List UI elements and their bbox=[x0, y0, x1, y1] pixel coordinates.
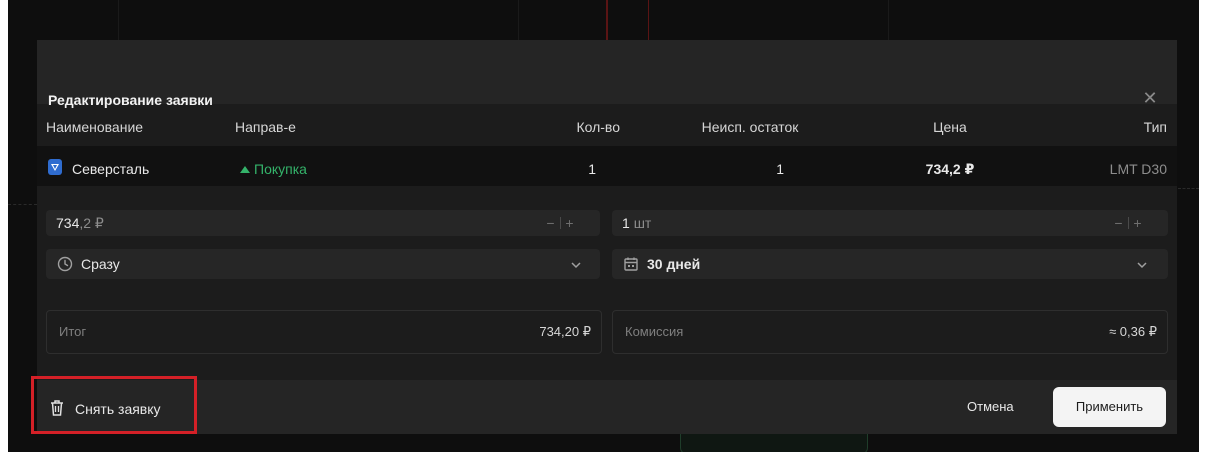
chart-candle bbox=[606, 0, 608, 40]
chart-dashed-line bbox=[1178, 188, 1199, 190]
chart-gridline bbox=[118, 0, 119, 40]
dialog-title: Редактирование заявки bbox=[48, 92, 213, 108]
apply-button[interactable]: Применить bbox=[1053, 387, 1166, 427]
dialog-footer: Снять заявку Отмена Применить bbox=[37, 380, 1177, 434]
column-header-name: Наименование bbox=[46, 119, 144, 135]
chart-candle bbox=[648, 0, 649, 40]
clock-icon bbox=[57, 256, 73, 272]
commission-label: Комиссия bbox=[625, 324, 684, 339]
commission-box: Комиссия ≈ 0,36 ₽ bbox=[612, 310, 1168, 354]
column-header-remaining: Неисп. остаток bbox=[701, 119, 799, 135]
chart-gridline bbox=[888, 0, 889, 40]
execution-select-value: Сразу bbox=[81, 256, 120, 272]
price-stepper: − + bbox=[540, 214, 580, 232]
instrument-name[interactable]: Северсталь bbox=[72, 160, 149, 178]
chevron-down-icon bbox=[570, 258, 582, 270]
price-decrement-button[interactable]: − bbox=[542, 214, 560, 232]
price-cell: 734,2 ₽ bbox=[925, 161, 975, 177]
direction-label: Покупка bbox=[254, 161, 307, 177]
column-header-price: Цена bbox=[933, 119, 967, 135]
ticker-logo-icon bbox=[48, 159, 62, 175]
up-arrow-icon bbox=[240, 166, 250, 173]
highlight-box bbox=[31, 376, 197, 434]
price-input[interactable]: 734,2 ₽ − + bbox=[46, 210, 600, 236]
chart-dashed-line bbox=[8, 204, 37, 206]
price-increment-button[interactable]: + bbox=[561, 214, 579, 232]
quantity-stepper: − + bbox=[1108, 214, 1148, 232]
total-label: Итог bbox=[59, 324, 87, 339]
close-icon[interactable]: ✕ bbox=[1140, 88, 1160, 108]
price-input-value: 734,2 ₽ bbox=[56, 215, 104, 231]
total-value: 734,20 ₽ bbox=[539, 324, 591, 339]
column-header-quantity: Кол-во bbox=[576, 119, 620, 135]
chevron-down-icon bbox=[1136, 258, 1148, 270]
remaining-cell: 1 bbox=[776, 161, 784, 177]
column-header-type: Тип bbox=[1143, 119, 1167, 135]
table-row bbox=[37, 146, 1177, 186]
cancel-button[interactable]: Отмена bbox=[967, 398, 1014, 416]
quantity-cell: 1 bbox=[588, 161, 596, 177]
quantity-increment-button[interactable]: + bbox=[1129, 214, 1147, 232]
quantity-input-value: 1 шт bbox=[622, 215, 652, 231]
quantity-input[interactable]: 1 шт − + bbox=[612, 210, 1168, 236]
calendar-icon bbox=[623, 256, 639, 272]
chart-gridline bbox=[518, 0, 519, 40]
order-type-cell: LMT D30 bbox=[1109, 161, 1167, 177]
column-header-direction: Направ-е bbox=[235, 119, 296, 135]
total-box: Итог 734,20 ₽ bbox=[46, 310, 602, 354]
execution-select[interactable]: Сразу bbox=[46, 249, 600, 279]
commission-value: ≈ 0,36 ₽ bbox=[1109, 324, 1157, 339]
direction-cell: Покупка bbox=[240, 160, 307, 178]
quantity-decrement-button[interactable]: − bbox=[1110, 214, 1128, 232]
duration-select[interactable]: 30 дней bbox=[612, 249, 1168, 279]
duration-select-value: 30 дней bbox=[647, 256, 701, 272]
